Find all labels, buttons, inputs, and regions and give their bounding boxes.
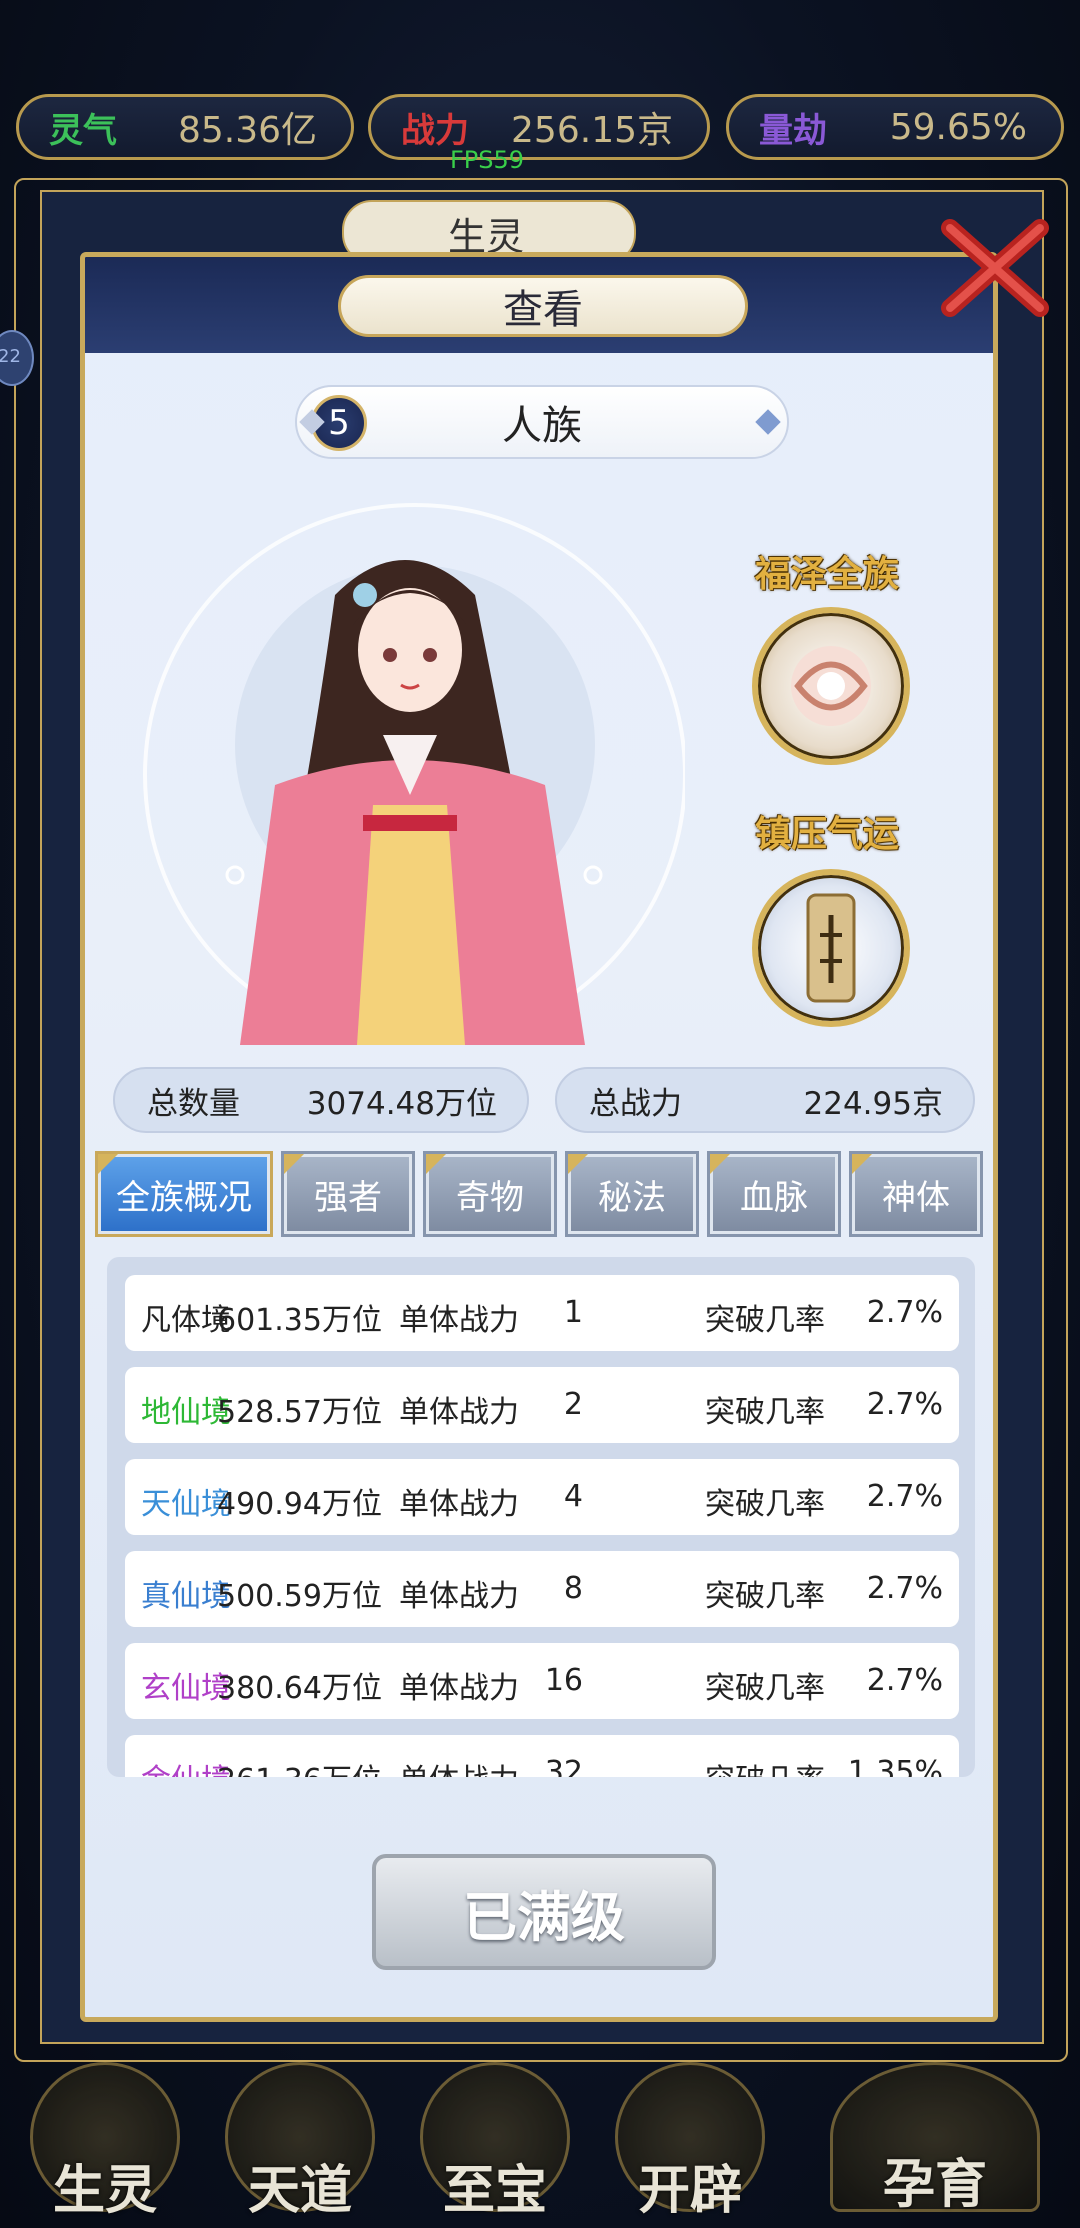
nav-label: 开辟 xyxy=(637,2160,742,2221)
resource-value: 85.36亿 xyxy=(177,110,317,151)
resource-value: 59.65% xyxy=(889,106,1027,148)
realm-count: 490.94万位 xyxy=(217,1487,382,1522)
nav-creation[interactable]: 开辟 xyxy=(615,2062,765,2221)
rate-value: 2.7% xyxy=(866,1387,943,1422)
power-value: 1 xyxy=(563,1295,583,1330)
total-power-value: 224.95京 xyxy=(803,1085,943,1122)
rate-value: 2.7% xyxy=(866,1479,943,1514)
power-label: 单体战力 xyxy=(399,1671,519,1706)
race-name: 人族 xyxy=(502,403,582,449)
power-label: 单体战力 xyxy=(399,1395,519,1430)
power-label: 单体战力 xyxy=(399,1579,519,1614)
power-value: 8 xyxy=(563,1571,583,1606)
power-value: 16 xyxy=(544,1663,583,1698)
power-label: 单体战力 xyxy=(399,1303,519,1338)
tab-divine-body[interactable]: 神体 xyxy=(849,1151,983,1237)
talisman-art xyxy=(806,893,856,1003)
power-value: 2 xyxy=(563,1387,583,1422)
tab-bloodline[interactable]: 血脉 xyxy=(707,1151,841,1237)
rate-label: 突破几率 xyxy=(705,1303,825,1338)
rate-label: 突破几率 xyxy=(705,1395,825,1430)
realm-row: 玄仙境 380.64万位 单体战力 16 突破几率 2.7% xyxy=(125,1643,959,1719)
realm-row: 真仙境 500.59万位 单体战力 8 突破几率 2.7% xyxy=(125,1551,959,1627)
resource-label: 量劫 xyxy=(759,110,827,151)
resource-power: 战力 256.15京 xyxy=(368,94,710,160)
total-count-stat: 总数量 3074.48万位 xyxy=(113,1067,529,1133)
realm-count: 601.35万位 xyxy=(217,1303,382,1338)
rate-value: 1.35% xyxy=(847,1755,943,1777)
nav-label: 生灵 xyxy=(52,2160,157,2221)
power-label: 单体战力 xyxy=(399,1487,519,1522)
realm-row: 天仙境 490.94万位 单体战力 4 突破几率 2.7% xyxy=(125,1459,959,1535)
bg-side-number: 22 xyxy=(0,346,21,367)
blessing-orb-icon[interactable] xyxy=(752,607,910,765)
realm-count: 380.64万位 xyxy=(217,1671,382,1706)
realm-count: 528.57万位 xyxy=(217,1395,382,1430)
tab-secret-arts[interactable]: 秘法 xyxy=(565,1151,699,1237)
buff-title-suppress: 镇压气运 xyxy=(755,813,900,855)
view-panel: 查看 5 人族 福泽全族 镇压气运 总数量 3074.48万位 总战力 224.… xyxy=(80,252,998,2022)
tab-overview[interactable]: 全族概况 xyxy=(95,1151,273,1237)
power-value: 4 xyxy=(563,1479,583,1514)
rate-label: 突破几率 xyxy=(705,1671,825,1706)
rate-label: 突破几率 xyxy=(705,1579,825,1614)
total-count-label: 总数量 xyxy=(147,1085,240,1122)
tab-artifacts[interactable]: 奇物 xyxy=(423,1151,557,1237)
resource-value: 256.15京 xyxy=(511,110,673,151)
realm-row: 金仙境 261.36万位 单体战力 32 突破几率 1.35% xyxy=(125,1735,959,1777)
realm-count: 500.59万位 xyxy=(217,1579,382,1614)
resource-lingqi: 灵气 85.36亿 xyxy=(16,94,354,160)
nav-heavenly-dao[interactable]: 天道 xyxy=(225,2062,375,2221)
realm-row: 凡体境 601.35万位 单体战力 1 突破几率 2.7% xyxy=(125,1275,959,1351)
nav-creatures[interactable]: 生灵 xyxy=(30,2062,180,2221)
fps-counter: FPS59 xyxy=(450,146,525,174)
power-value: 32 xyxy=(544,1755,583,1777)
realm-list[interactable]: 凡体境 601.35万位 单体战力 1 突破几率 2.7% 地仙境 528.57… xyxy=(107,1257,975,1777)
total-power-label: 总战力 xyxy=(589,1085,682,1122)
realm-count: 261.36万位 xyxy=(217,1755,382,1777)
tab-champions[interactable]: 强者 xyxy=(281,1151,415,1237)
power-label: 单体战力 xyxy=(399,1755,519,1777)
race-selector[interactable]: 5 人族 xyxy=(295,385,789,459)
rate-value: 2.7% xyxy=(866,1663,943,1698)
resource-liangjie: 量劫 59.65% xyxy=(726,94,1064,160)
buff-title-blessing: 福泽全族 xyxy=(755,553,900,595)
blessing-orb-art xyxy=(791,646,871,726)
character-portrait xyxy=(143,503,685,1045)
nav-treasure[interactable]: 至宝 xyxy=(420,2062,570,2221)
close-icon[interactable] xyxy=(940,218,1050,318)
rate-label: 突破几率 xyxy=(705,1755,825,1777)
nav-nurture[interactable]: 孕育 xyxy=(830,2062,1040,2215)
realm-row: 地仙境 528.57万位 单体战力 2 突破几率 2.7% xyxy=(125,1367,959,1443)
resource-label: 战力 xyxy=(401,110,469,151)
resource-label: 灵气 xyxy=(49,110,117,151)
panel-title: 查看 xyxy=(338,275,748,337)
rate-value: 2.7% xyxy=(866,1295,943,1330)
total-count-value: 3074.48万位 xyxy=(306,1085,497,1122)
nav-label: 至宝 xyxy=(442,2160,547,2221)
talisman-icon[interactable] xyxy=(752,869,910,1027)
total-power-stat: 总战力 224.95京 xyxy=(555,1067,975,1133)
nav-label: 天道 xyxy=(247,2160,352,2221)
next-arrow-icon[interactable] xyxy=(755,409,781,435)
rate-label: 突破几率 xyxy=(705,1487,825,1522)
max-level-button[interactable]: 已满级 xyxy=(372,1854,716,1970)
rate-value: 2.7% xyxy=(866,1571,943,1606)
nav-label: 孕育 xyxy=(882,2154,987,2215)
